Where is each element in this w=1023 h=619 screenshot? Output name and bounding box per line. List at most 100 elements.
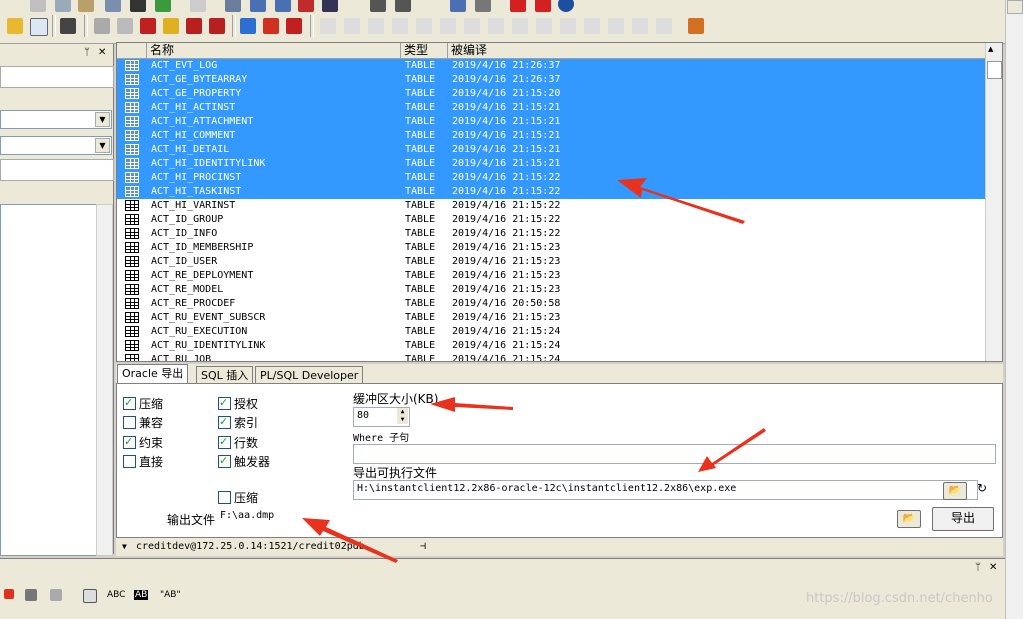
tree-scrollbar[interactable]	[96, 204, 113, 556]
document-icon[interactable]	[83, 589, 97, 603]
grid-icon[interactable]	[25, 589, 37, 601]
filter-combo[interactable]: ▼	[0, 110, 112, 129]
help-icon[interactable]	[558, 0, 574, 12]
option-triggers[interactable]: 触发器	[218, 453, 270, 470]
tree-icon[interactable]	[370, 0, 386, 12]
output-file-field[interactable]: F:\aa.dmp	[217, 508, 927, 526]
tab-oracle-export[interactable]: Oracle 导出	[117, 364, 189, 384]
grid-scrollbar[interactable]: ▲	[985, 43, 1002, 361]
option-compatible[interactable]: 兼容	[123, 415, 163, 431]
play-icon[interactable]	[4, 589, 14, 599]
red-cube-plus-icon[interactable]	[186, 18, 202, 34]
nav-icon-8[interactable]	[488, 18, 504, 34]
table-row[interactable]: ACT_HI_COMMENT TABLE 2019/4/16 21:15:21	[117, 129, 987, 143]
trolley-icon[interactable]	[395, 0, 411, 12]
close-icon[interactable]: ✕	[989, 562, 997, 573]
tab-sql-insert[interactable]: SQL 插入	[196, 366, 254, 384]
checkbox[interactable]	[218, 434, 231, 450]
eraser-icon[interactable]	[117, 18, 133, 34]
edit-icon[interactable]	[190, 0, 206, 12]
query-icon[interactable]	[105, 0, 121, 12]
nav-icon-2[interactable]	[344, 18, 360, 34]
table-row[interactable]: ACT_HI_ATTACHMENT TABLE 2019/4/16 21:15:21	[117, 115, 987, 129]
nav-icon-4[interactable]	[392, 18, 408, 34]
copy-doc-icon[interactable]	[30, 18, 48, 36]
option-direct[interactable]: 直接	[123, 454, 163, 470]
spinner-icon[interactable]: ▲ ▼	[397, 408, 408, 424]
nav-icon-13[interactable]	[608, 18, 624, 34]
checkbox[interactable]	[123, 416, 136, 429]
record-icon[interactable]	[298, 0, 314, 12]
align-icon[interactable]	[250, 0, 266, 12]
table-row[interactable]: ACT_RE_DEPLOYMENT TABLE 2019/4/16 21:15:23	[117, 269, 987, 283]
table-row[interactable]: ACT_HI_TASKINST TABLE 2019/4/16 21:15:22	[117, 185, 987, 199]
checkbox[interactable]	[123, 395, 136, 411]
checkbox[interactable]	[123, 455, 136, 468]
tab-plsql-developer[interactable]: PL/SQL Developer	[255, 366, 364, 384]
table-row[interactable]: ACT_ID_USER TABLE 2019/4/16 21:15:23	[117, 255, 987, 269]
nav-icon-14[interactable]	[632, 18, 648, 34]
nav-icon-3[interactable]	[368, 18, 384, 34]
nav-icon-1[interactable]	[320, 18, 336, 34]
column-header-name[interactable]: 名称	[147, 43, 401, 58]
table-row[interactable]: ACT_ID_MEMBERSHIP TABLE 2019/4/16 21:15:23	[117, 241, 987, 255]
scroll-up-icon[interactable]: ▲	[988, 45, 993, 53]
table-row[interactable]: ACT_HI_DETAIL TABLE 2019/4/16 21:15:21	[117, 143, 987, 157]
checkbox[interactable]	[218, 414, 231, 430]
open-folder-icon[interactable]: 📂	[897, 510, 921, 528]
checkbox[interactable]	[123, 434, 136, 450]
table-row[interactable]: ACT_RU_EVENT_SUBSCR TABLE 2019/4/16 21:15:…	[117, 311, 987, 325]
nav-icon-15[interactable]	[656, 18, 672, 34]
table-row[interactable]: ACT_GE_BYTEARRAY TABLE 2019/4/16 21:26:37	[117, 73, 987, 87]
case-ab-icon[interactable]: AB	[134, 590, 149, 600]
option-indexes[interactable]: 索引	[218, 414, 258, 431]
chevron-down-icon[interactable]: ▼	[95, 112, 110, 127]
refresh-icon[interactable]: ↻	[977, 481, 987, 495]
object-type-field[interactable]	[0, 66, 114, 88]
checklist-icon[interactable]	[225, 0, 241, 12]
erase-icon[interactable]	[94, 18, 110, 34]
owner-combo[interactable]: ▼	[0, 136, 112, 155]
table-row[interactable]: ACT_RU_EXECUTION TABLE 2019/4/16 21:15:24	[117, 325, 987, 339]
yellow-cube-icon[interactable]	[163, 18, 179, 34]
quote-ab-icon[interactable]: "AB"	[160, 590, 181, 600]
export-button[interactable]: 导出	[932, 507, 994, 531]
indent-icon[interactable]	[275, 0, 291, 12]
nav-icon-10[interactable]	[536, 18, 552, 34]
table-row[interactable]: ACT_RE_PROCDEF TABLE 2019/4/16 20:50:58	[117, 297, 987, 311]
option-grants[interactable]: 授权	[218, 395, 258, 412]
search-input[interactable]	[0, 159, 114, 181]
object-grid[interactable]: 名称 类型 被编译 ACT_EVT_LOG TABLE 2019/4/16 21:2…	[116, 42, 1003, 362]
buffer-size-field[interactable]: 80 ▲ ▼	[353, 407, 410, 427]
table-row[interactable]: ACT_EVT_LOG TABLE 2019/4/16 21:26:37	[117, 59, 987, 73]
window-icon[interactable]	[450, 0, 466, 12]
nav-icon-16[interactable]	[688, 18, 704, 34]
pdf-icon[interactable]	[535, 0, 551, 12]
table-row[interactable]: ACT_HI_ACTINST TABLE 2019/4/16 21:15:21	[117, 101, 987, 115]
table-row[interactable]: ACT_RE_MODEL TABLE 2019/4/16 21:15:23	[117, 283, 987, 297]
executable-field[interactable]: H:\instantclient12.2x86-oracle-12c\insta…	[353, 480, 978, 500]
wrench-icon[interactable]	[60, 18, 76, 34]
chevron-down-icon[interactable]: ▼	[95, 138, 110, 153]
scroll-thumb[interactable]	[987, 61, 1002, 79]
scroll-thumb[interactable]	[1007, 0, 1023, 14]
option-constraints[interactable]: 约束	[123, 434, 163, 451]
where-clause-field[interactable]	[353, 444, 996, 464]
paste-icon[interactable]	[78, 0, 94, 12]
eraser-icon[interactable]	[50, 589, 62, 601]
nav-icon-9[interactable]	[512, 18, 528, 34]
table-row[interactable]: ACT_ID_GROUP TABLE 2019/4/16 21:15:22	[117, 213, 987, 227]
table-row[interactable]: ACT_RU_JOB TABLE 2019/4/16 21:15:24	[117, 353, 987, 361]
checkbox[interactable]	[218, 453, 231, 469]
nav-icon-7[interactable]	[464, 18, 480, 34]
save-icon[interactable]	[7, 18, 23, 34]
checkbox[interactable]	[218, 491, 231, 504]
cut-icon[interactable]	[30, 0, 46, 12]
close-icon[interactable]: ✕	[98, 47, 106, 58]
nav-icon-11[interactable]	[560, 18, 576, 34]
oracle-icon[interactable]	[510, 0, 526, 12]
pin-icon[interactable]: ᛘ	[975, 562, 981, 573]
nav-icon-12[interactable]	[584, 18, 600, 34]
new-window-icon[interactable]	[155, 0, 171, 12]
table-row[interactable]: ACT_ID_INFO TABLE 2019/4/16 21:15:22	[117, 227, 987, 241]
